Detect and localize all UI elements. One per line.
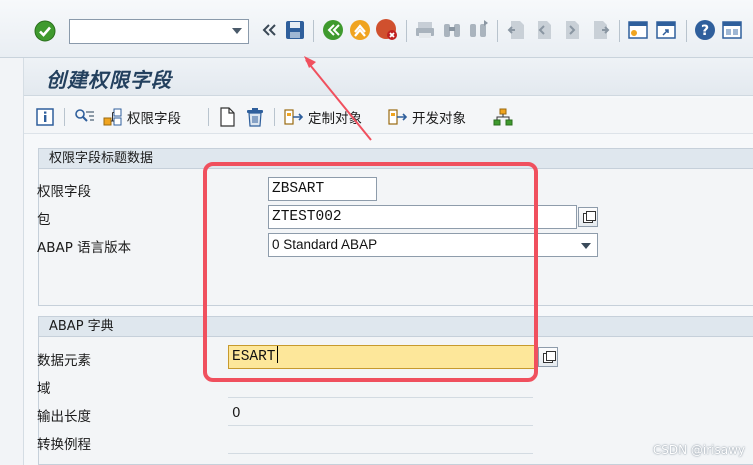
watermark: CSDN @irisawy bbox=[652, 443, 745, 457]
annotation-highlight-box bbox=[203, 162, 538, 382]
